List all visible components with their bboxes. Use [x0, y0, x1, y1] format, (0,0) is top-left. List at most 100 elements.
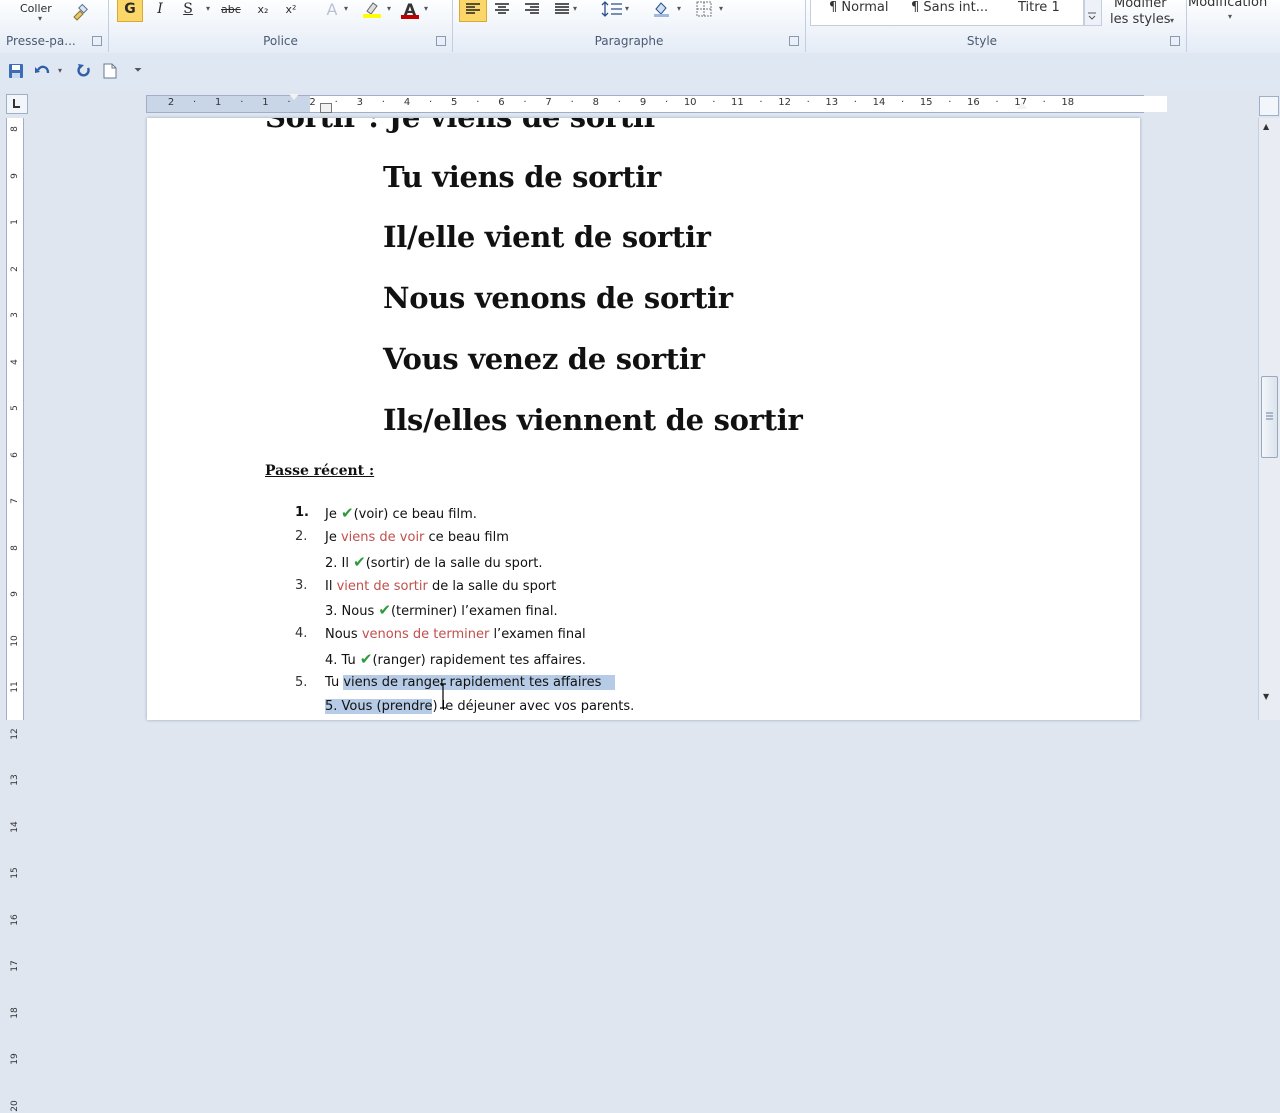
- paragraph-launcher-icon[interactable]: [789, 36, 799, 46]
- font-color-dropdown-icon[interactable]: ▾: [424, 4, 428, 13]
- ruler-number: 6: [498, 97, 505, 108]
- conjugation-line-4: Nous venons de sortir: [383, 281, 733, 315]
- ruler-tick: ·: [570, 97, 574, 108]
- undo-icon[interactable]: [34, 63, 50, 79]
- left-indent-marker[interactable]: [320, 103, 332, 113]
- clipboard-launcher-icon[interactable]: [92, 36, 102, 46]
- style-no-spacing[interactable]: ¶ Sans int...: [911, 0, 988, 20]
- align-center-icon[interactable]: [493, 0, 511, 20]
- list-number: 3.: [295, 578, 308, 593]
- font-color-swatch: [401, 15, 419, 19]
- view-ruler-icon[interactable]: [1259, 96, 1279, 116]
- justify-dropdown-icon[interactable]: ▾: [573, 4, 577, 13]
- editing-label[interactable]: Modification: [1188, 0, 1267, 10]
- borders-icon[interactable]: [695, 0, 713, 20]
- paragraph-group-label: Paragraphe: [594, 34, 664, 48]
- item-text: l’examen final: [489, 627, 586, 642]
- ruler-tick: ·: [901, 97, 905, 108]
- first-line-indent-marker[interactable]: [289, 94, 299, 100]
- italic-button[interactable]: I: [151, 0, 169, 20]
- shading-dropdown-icon[interactable]: ▾: [677, 4, 681, 13]
- bold-button[interactable]: G: [117, 0, 143, 22]
- vruler-number: 13: [10, 774, 20, 786]
- superscript-button[interactable]: x²: [282, 0, 300, 20]
- ruler-number: 16: [967, 97, 980, 108]
- checkmark-icon: ✔: [359, 650, 373, 668]
- vruler-number: 14: [10, 820, 20, 833]
- item-text: ) le déjeuner avec vos parents.: [432, 699, 635, 714]
- editing-dropdown-icon[interactable]: ▾: [1228, 12, 1232, 21]
- item-text: Je: [325, 530, 341, 545]
- ruler-tick: ·: [712, 97, 716, 108]
- borders-dropdown-icon[interactable]: ▾: [719, 4, 723, 13]
- vertical-ruler[interactable]: 8 9 1 2 3 4 5 6 7 8 9 10 11 12 13 14 15 16 17 18 19 20: [6, 118, 24, 1111]
- change-styles-label-1[interactable]: Modifier: [1114, 0, 1167, 11]
- vruler-number: 20: [10, 1099, 20, 1112]
- style-normal[interactable]: ¶ Normal: [829, 0, 888, 20]
- vruler-number: 17: [10, 960, 20, 972]
- answer-text: venons de terminer: [361, 627, 490, 642]
- highlight-dropdown-icon[interactable]: ▾: [387, 4, 391, 13]
- scroll-down-icon[interactable]: ▼: [1263, 692, 1269, 701]
- styles-launcher-icon[interactable]: [1170, 36, 1180, 46]
- align-left-icon[interactable]: [459, 0, 487, 22]
- horizontal-ruler[interactable]: 2 · 1 · 1 · 2 · 3 · 4 · 5 · 6 · 7 · 8 · 9 · 10 · 11 · 12 · 13 · 14 · 15 ·…: [146, 94, 1167, 113]
- item-text: Il: [325, 579, 337, 594]
- text-effects-dropdown-icon[interactable]: ▾: [344, 4, 348, 13]
- text-effects-icon[interactable]: A: [323, 0, 341, 20]
- vruler-number: 9: [10, 591, 20, 597]
- ruler-number: 7: [545, 97, 552, 108]
- format-painter-icon[interactable]: [70, 2, 90, 24]
- paste-dropdown-icon[interactable]: ▾: [38, 14, 42, 23]
- vruler-number: 6: [10, 451, 20, 458]
- style-gallery-more-icon[interactable]: [1084, 0, 1102, 26]
- style-heading-1[interactable]: Titre 1: [1018, 0, 1060, 20]
- change-styles-dropdown-icon[interactable]: ▾: [1170, 16, 1174, 25]
- scrollbar-thumb[interactable]: [1261, 376, 1278, 458]
- underline-dropdown-icon[interactable]: ▾: [206, 4, 210, 13]
- vruler-number: 19: [10, 1053, 20, 1065]
- item-text: (ranger) rapidement tes affaires.: [372, 653, 586, 668]
- item-text: ce beau film: [424, 530, 509, 545]
- right-indent-marker[interactable]: [1017, 102, 1027, 109]
- scroll-up-icon[interactable]: ▲: [1263, 122, 1269, 131]
- save-icon[interactable]: [8, 63, 24, 79]
- ruler-tick: ·: [806, 97, 810, 108]
- strikethrough-button[interactable]: abc: [221, 0, 241, 20]
- line-spacing-icon[interactable]: [601, 0, 623, 20]
- vruler-number: 1: [10, 219, 20, 225]
- vruler-number: 18: [10, 1006, 20, 1019]
- vruler-number: 12: [10, 727, 20, 740]
- paste-button[interactable]: Coller: [20, 0, 52, 19]
- underline-button[interactable]: S: [179, 0, 197, 20]
- highlight-icon[interactable]: [361, 0, 383, 20]
- vruler-number: 5: [10, 405, 20, 411]
- list-number: 4.: [295, 626, 308, 641]
- tab-selector[interactable]: [6, 94, 28, 114]
- document-page[interactable]: Sortir : Je viens de sortir Tu viens de …: [147, 118, 1140, 720]
- undo-dropdown-icon[interactable]: ▾: [58, 66, 62, 75]
- font-launcher-icon[interactable]: [436, 36, 446, 46]
- customize-toolbar-icon[interactable]: ⏷: [134, 65, 142, 76]
- vruler-number: 8: [10, 126, 20, 132]
- answer-text: viens de voir: [340, 530, 425, 545]
- line-spacing-dropdown-icon[interactable]: ▾: [625, 4, 629, 13]
- list-item: 5. Vous (prendre) le déjeuner avec vos p…: [325, 699, 634, 714]
- checkmark-icon: ✔: [353, 553, 366, 571]
- new-document-icon[interactable]: [103, 63, 119, 79]
- vertical-scrollbar[interactable]: ▲ ▼: [1258, 118, 1280, 720]
- change-styles-label-2[interactable]: les styles: [1110, 12, 1170, 27]
- ruler-number: 15: [919, 97, 933, 108]
- justify-icon[interactable]: [553, 0, 571, 20]
- align-right-icon[interactable]: [523, 0, 541, 20]
- subscript-button[interactable]: x₂: [254, 0, 272, 20]
- ruler-tick: ·: [617, 97, 621, 108]
- vruler-number: 8: [10, 544, 20, 551]
- ruler-tick: ·: [240, 97, 244, 108]
- redo-icon[interactable]: [76, 63, 92, 79]
- ruler-tick: ·: [1042, 97, 1046, 108]
- vruler-number: 16: [10, 913, 20, 926]
- shading-icon[interactable]: [651, 0, 671, 20]
- ruler-number: 1: [215, 97, 222, 108]
- ruler-number: 5: [451, 97, 458, 108]
